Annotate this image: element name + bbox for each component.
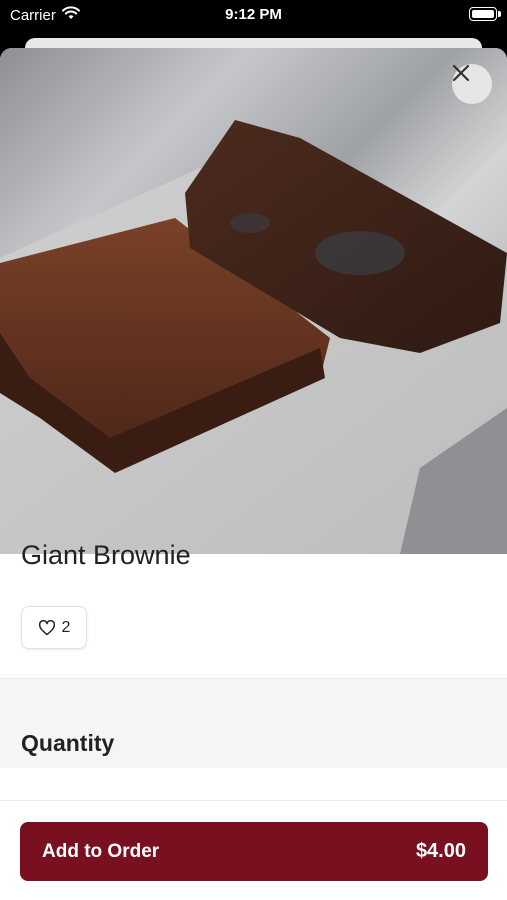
item-photo bbox=[0, 48, 507, 554]
item-title: Giant Brownie bbox=[21, 540, 191, 570]
battery-icon bbox=[469, 7, 497, 21]
add-to-order-button[interactable]: Add to Order $4.00 bbox=[20, 822, 488, 881]
heart-icon bbox=[38, 619, 55, 635]
battery-cap bbox=[498, 11, 501, 17]
item-detail-sheet bbox=[0, 48, 507, 900]
close-icon bbox=[452, 64, 470, 82]
add-to-order-label: Add to Order bbox=[42, 840, 160, 862]
clock: 9:12 PM bbox=[225, 6, 282, 23]
close-button[interactable] bbox=[452, 64, 492, 104]
like-button[interactable]: 2 bbox=[21, 606, 87, 649]
like-count: 2 bbox=[61, 618, 71, 636]
order-price: $4.00 bbox=[415, 840, 466, 862]
status-bar: Carrier 9:12 PM bbox=[0, 0, 507, 30]
quantity-heading: Quantity bbox=[21, 730, 115, 756]
brownie-illustration bbox=[0, 120, 507, 554]
